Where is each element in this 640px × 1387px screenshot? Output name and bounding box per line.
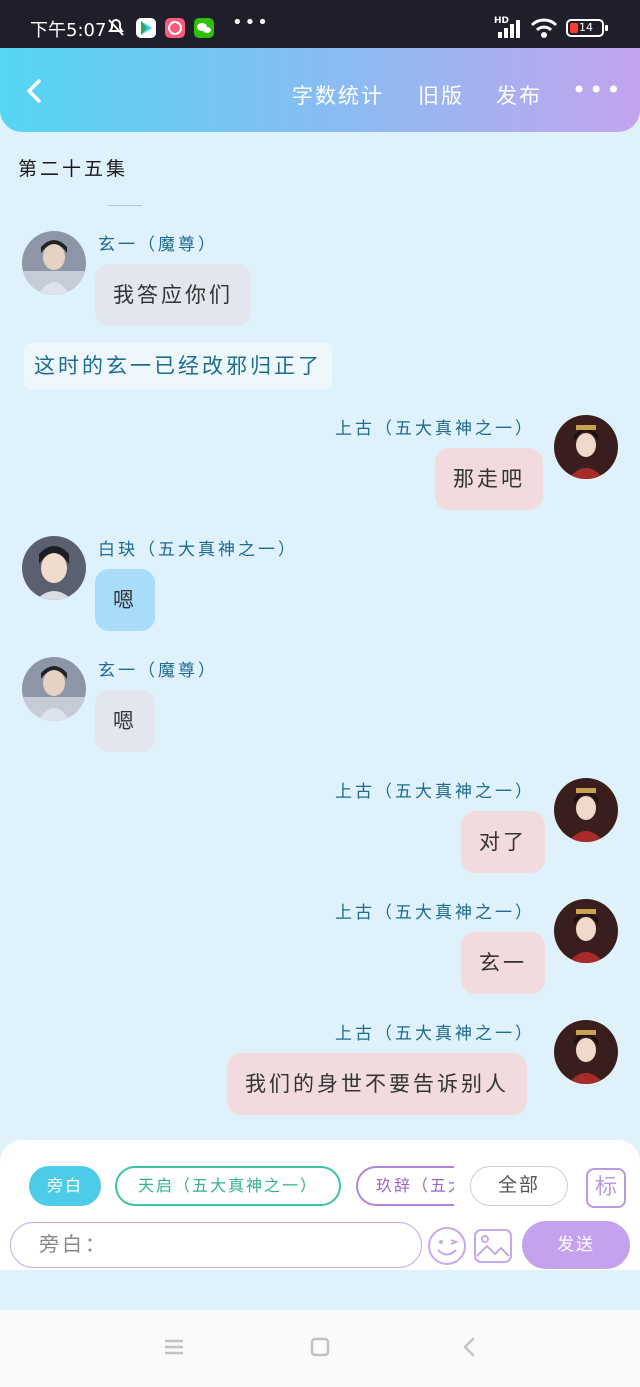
status-more-icon: ••• [232,12,270,33]
send-button[interactable]: 发送 [522,1221,630,1269]
avatar-shanggu[interactable] [554,1020,618,1084]
app-header: 字数统计 旧版 发布 ••• [0,48,640,132]
speaker-name: 上古（五大真神之一） [335,903,535,923]
image-icon[interactable] [473,1226,513,1266]
speaker-name: 上古（五大真神之一） [335,419,535,439]
word-count-button[interactable]: 字数统计 [292,80,384,110]
speaker-name: 上古（五大真神之一） [335,782,535,802]
more-options-icon[interactable]: ••• [572,78,623,102]
play-store-icon [136,18,156,38]
menu-icon[interactable] [164,1337,184,1357]
message-bubble[interactable]: 玄一 [461,932,545,994]
speaker-name: 上古（五大真神之一） [335,1024,535,1044]
avatar-shanggu[interactable] [554,778,618,842]
speaker-name: 玄一（魔尊） [98,661,218,681]
episode-title: 第二十五集 [18,158,129,180]
signal-icon [498,20,520,38]
message-bubble[interactable]: 那走吧 [435,448,543,510]
battery-level: 14 [579,21,593,34]
status-bar: 下午5:07 ••• HD 14 [0,0,640,48]
message-bubble[interactable]: 嗯 [95,690,155,752]
divider [108,205,142,206]
app-icon [165,18,185,38]
message-bubble[interactable]: 嗯 [95,569,155,631]
speaker-name: 白玦（五大真神之一） [98,540,298,560]
nav-back-icon[interactable] [460,1337,480,1357]
role-chip-tianqi[interactable]: 天启（五大真神之一） [115,1166,341,1206]
wechat-icon [194,18,214,38]
system-nav-bar [0,1310,640,1387]
mute-bell-icon [108,19,124,36]
avatar-shanggu[interactable] [554,415,618,479]
avatar-xuanyi[interactable] [22,657,86,721]
wifi-icon [530,18,558,38]
role-chip-narrator[interactable]: 旁白 [29,1166,101,1206]
avatar-baijue[interactable] [22,536,86,600]
old-version-button[interactable]: 旧版 [418,80,464,110]
show-all-roles-button[interactable]: 全部 [470,1166,568,1206]
status-time: 下午5:07 [30,20,107,41]
tag-button[interactable]: 标 [586,1168,626,1208]
message-bubble[interactable]: 我们的身世不要告诉别人 [227,1053,527,1115]
avatar-shanggu[interactable] [554,899,618,963]
battery-icon: 14 [566,19,608,37]
message-bubble[interactable]: 对了 [461,811,545,873]
back-arrow-icon[interactable] [20,76,50,106]
message-input[interactable]: 旁白： [10,1222,422,1268]
emoji-icon[interactable] [427,1226,467,1266]
panel-gap [0,1270,640,1310]
role-chip-jiuci[interactable]: 玖辞（五大真神之一） [356,1166,454,1206]
message-bubble[interactable]: 我答应你们 [95,264,251,326]
avatar-xuanyi[interactable] [22,231,86,295]
home-icon[interactable] [310,1337,330,1357]
speaker-name: 玄一（魔尊） [98,235,218,255]
narration-text[interactable]: 这时的玄一已经改邪归正了 [24,343,332,389]
publish-button[interactable]: 发布 [496,80,542,110]
